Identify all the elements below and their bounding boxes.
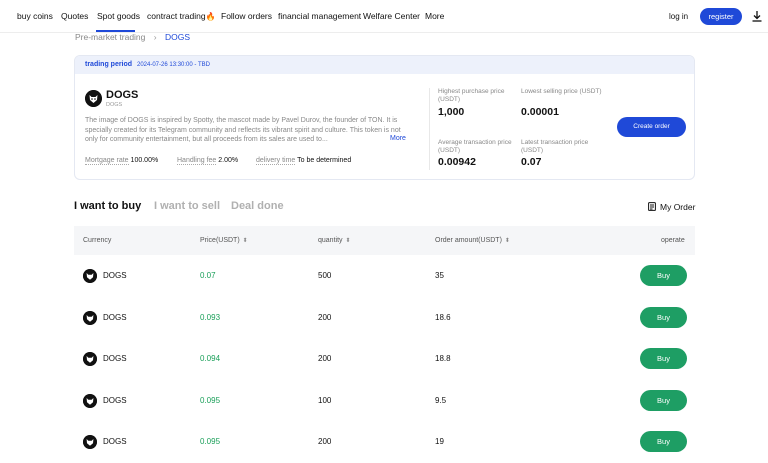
coin-name: DOGS [103, 354, 127, 363]
header-quantity[interactable]: quantity ⬍ [318, 237, 351, 244]
table-row: DOGS 0.094 200 18.8 Buy [74, 338, 695, 379]
quantity-cell: 200 [318, 313, 332, 322]
nav-quotes[interactable]: Quotes [61, 11, 88, 21]
nav-welfare-center[interactable]: Welfare Center [363, 11, 420, 21]
delivery-time: delivery time To be determined [256, 157, 352, 165]
sort-icon: ⬍ [242, 238, 248, 244]
mortgage-rate: Mortgage rate 100.00% [85, 157, 159, 165]
quantity-cell: 200 [318, 437, 332, 446]
coin-name: DOGS [103, 437, 127, 446]
average-transaction-value: 0.00942 [438, 156, 476, 168]
header-order-amount[interactable]: Order amount(USDT) ⬍ [435, 237, 510, 244]
amount-cell: 9.5 [435, 396, 447, 405]
fire-icon: 🔥 [205, 12, 216, 21]
nav-financial-management[interactable]: financial management [278, 11, 361, 21]
chevron-right-icon: › [153, 32, 157, 42]
mortgage-rate-label: Mortgage rate [85, 157, 129, 165]
price-cell: 0.094 [200, 354, 221, 363]
buy-button[interactable]: Buy [640, 431, 687, 452]
login-link[interactable]: log in [669, 12, 688, 21]
table-row: DOGS 0.093 200 18.6 Buy [74, 297, 695, 338]
header-order-amount-label: Order amount(USDT) [435, 237, 502, 244]
amount-cell: 18.6 [435, 313, 451, 322]
header-price-label: Price(USDT) [200, 237, 240, 244]
nav-spot-goods[interactable]: Spot goods [97, 11, 140, 21]
buy-button[interactable]: Buy [640, 348, 687, 369]
quantity-cell: 200 [318, 354, 332, 363]
breadcrumb-current: DOGS [164, 32, 191, 42]
tab-i-want-to-buy[interactable]: I want to buy [74, 200, 141, 212]
latest-transaction-label: Latest transaction price (USDT) [521, 139, 589, 154]
highest-purchase-value: 1,000 [438, 106, 465, 118]
trading-period-label: trading period [85, 61, 133, 68]
delivery-time-value: To be determined [297, 157, 352, 164]
table-row: DOGS 0.07 500 35 Buy [74, 255, 695, 296]
nav-follow-orders[interactable]: Follow orders [221, 11, 272, 21]
document-icon [648, 202, 656, 211]
create-order-button[interactable]: Create order [617, 117, 686, 137]
highest-purchase-label: Highest purchase price (USDT) [438, 88, 505, 103]
card-divider [429, 88, 430, 170]
tab-i-want-to-sell[interactable]: I want to sell [154, 200, 220, 212]
top-navigation: buy coins Quotes Spot goods contract tra… [0, 0, 768, 33]
amount-cell: 35 [435, 271, 444, 280]
buy-button[interactable]: Buy [640, 265, 687, 286]
price-cell: 0.07 [200, 271, 216, 280]
nav-more[interactable]: More [425, 11, 444, 21]
orders-table-header: Currency Price(USDT) ⬍ quantity ⬍ Order am… [74, 226, 695, 255]
price-cell: 0.095 [200, 396, 221, 405]
delivery-time-label: delivery time [256, 157, 296, 165]
header-currency: Currency [83, 237, 112, 244]
dogs-coin-icon [83, 435, 97, 449]
trading-period-bar: trading period 2024-07-26 13:30:00 - TBD [75, 56, 694, 74]
average-transaction-label: Average transaction price (USDT) [438, 139, 512, 154]
dogs-coin-icon [83, 394, 97, 408]
coin-name: DOGS [103, 271, 127, 280]
my-order-label: My Order [660, 202, 696, 212]
amount-cell: 19 [435, 437, 444, 446]
nav-contract-trading-label: contract trading [147, 11, 206, 21]
my-order-link[interactable]: My Order [648, 202, 695, 212]
token-info-card: trading period 2024-07-26 13:30:00 - TBD… [74, 55, 695, 180]
header-quantity-label: quantity [318, 237, 343, 244]
dogs-logo-icon [85, 90, 102, 107]
coin-name: DOGS [103, 313, 127, 322]
handling-fee: Handling fee 2.00% [177, 157, 239, 165]
latest-transaction-value: 0.07 [521, 156, 542, 168]
table-row: DOGS 0.095 100 9.5 Buy [74, 380, 695, 421]
buy-button[interactable]: Buy [640, 390, 687, 411]
token-name: DOGS [106, 89, 139, 101]
nav-contract-trading[interactable]: contract trading🔥 [147, 11, 216, 21]
sort-icon: ⬍ [345, 238, 351, 244]
trading-period-value: 2024-07-26 13:30:00 - TBD [137, 61, 210, 68]
buy-button[interactable]: Buy [640, 307, 687, 328]
quantity-cell: 500 [318, 271, 332, 280]
nav-buy-coins[interactable]: buy coins [17, 11, 53, 21]
lowest-selling-value: 0.00001 [521, 106, 559, 118]
register-button[interactable]: register [700, 8, 742, 25]
lowest-selling-label: Lowest selling price (USDT) [521, 88, 602, 95]
handling-fee-value: 2.00% [218, 157, 239, 164]
dogs-coin-icon [83, 269, 97, 283]
handling-fee-label: Handling fee [177, 157, 217, 165]
header-price[interactable]: Price(USDT) ⬍ [200, 237, 248, 244]
token-description: The image of DOGS is inspired by Spotty,… [85, 117, 401, 143]
mortgage-rate-value: 100.00% [130, 157, 159, 164]
price-cell: 0.093 [200, 313, 221, 322]
more-link[interactable]: More [388, 135, 406, 142]
breadcrumb: Pre-market trading › DOGS [75, 32, 190, 42]
download-icon[interactable] [752, 11, 762, 22]
price-cell: 0.095 [200, 437, 221, 446]
dogs-coin-icon [83, 311, 97, 325]
amount-cell: 18.8 [435, 354, 451, 363]
sort-icon: ⬍ [504, 238, 510, 244]
breadcrumb-parent[interactable]: Pre-market trading [75, 32, 145, 42]
tab-deal-done[interactable]: Deal done [231, 200, 284, 212]
table-row: DOGS 0.095 200 19 Buy [74, 421, 695, 462]
token-symbol: DOGS [106, 102, 123, 108]
dogs-coin-icon [83, 352, 97, 366]
coin-name: DOGS [103, 396, 127, 405]
quantity-cell: 100 [318, 396, 332, 405]
header-operate: operate [661, 237, 685, 244]
